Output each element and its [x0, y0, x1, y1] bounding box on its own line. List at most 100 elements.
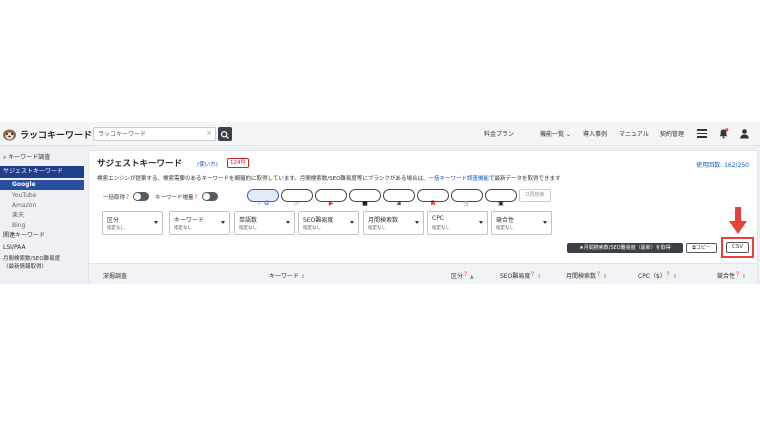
column-label: SEO難易度	[500, 273, 531, 280]
help-icon[interactable]: ❓	[463, 271, 468, 276]
youtube-icon: ▶	[328, 200, 334, 207]
nav-pricing[interactable]: 料金プラン	[484, 129, 514, 138]
bulk-keyword-link[interactable]: 一括キーワード調査機能	[428, 176, 489, 182]
sort-icon[interactable]: ⇕	[742, 274, 746, 280]
toggle-switch[interactable]	[133, 192, 149, 201]
column-label: 区分	[451, 273, 464, 280]
google-icon: ✓ G	[256, 200, 270, 207]
filter-value: 指定なし	[303, 226, 321, 231]
sidebar: ⌕ キーワード調査 サジェストキーワード Google YouTube Amaz…	[0, 150, 84, 284]
chevron-down-icon	[154, 221, 158, 224]
search-icon	[220, 130, 229, 139]
filter-word-count[interactable]: 単語数 指定なし	[234, 211, 295, 235]
engine-googleplay-button[interactable]: ▷	[281, 189, 313, 207]
search-icon: ⌕	[3, 154, 7, 161]
column-header-cpc[interactable]: CPC（$）❓ ⇕	[638, 271, 677, 280]
filter-competition[interactable]: 競合性 指定なし	[491, 211, 552, 235]
filter-label: 競合性	[496, 217, 515, 224]
nav-contract[interactable]: 契約管理	[660, 129, 684, 138]
engine-shopping-button[interactable]: 🛒	[451, 189, 483, 207]
result-count: 124	[230, 160, 241, 166]
sidebar-item-rakuten[interactable]: 楽天	[0, 211, 84, 220]
csv-button[interactable]: CSV	[726, 242, 749, 253]
help-icon[interactable]: ❓	[530, 271, 535, 276]
search-input-value: ラッコキーワード	[98, 131, 147, 138]
help-icon[interactable]: ❓	[194, 194, 199, 199]
bell-icon[interactable]	[718, 128, 729, 139]
column-header-deep-dive[interactable]: 深掘調査	[103, 271, 127, 280]
image-icon: ▣	[498, 200, 504, 207]
sidebar-item-label: キーワード調査	[8, 154, 51, 161]
bulk-fetch-toggle[interactable]: 一括取得 ❓	[103, 192, 149, 201]
sort-icon[interactable]: ⇕	[537, 274, 541, 280]
logo-text: ラッコキーワード	[20, 130, 93, 141]
engine-amazon-button[interactable]: a	[383, 189, 415, 207]
filter-label: キーワード	[174, 217, 205, 224]
engine-video-button[interactable]: ■	[349, 189, 381, 207]
sidebar-item-google[interactable]: Google	[0, 180, 84, 190]
column-header-monthly-volume[interactable]: 月間検索数❓ ⇕	[566, 271, 607, 280]
cart-icon: 🛒	[463, 200, 471, 207]
keyword-boost-toggle[interactable]: キーワード増量 ❓	[155, 192, 218, 201]
sidebar-item-youtube[interactable]: YouTube	[0, 191, 84, 200]
filter-cpc[interactable]: CPC 指定なし	[427, 211, 488, 235]
search-button[interactable]	[218, 127, 232, 141]
sort-icon[interactable]: ⇕	[603, 274, 607, 280]
sort-icon[interactable]: ⇕	[301, 274, 305, 280]
otter-logo-icon	[3, 129, 16, 141]
usage-count: 使用回数: 162/250	[696, 162, 749, 169]
column-header-competition[interactable]: 競合性❓ ⇕	[717, 271, 746, 280]
help-icon[interactable]: ❓	[125, 194, 130, 199]
sidebar-item-related[interactable]: 関連キーワード	[0, 231, 84, 240]
filter-value: 指定なし	[432, 226, 450, 231]
nav-cases[interactable]: 導入事例	[583, 129, 607, 138]
engine-youtube-button[interactable]: ▶	[315, 189, 347, 207]
toggle-switch[interactable]	[201, 192, 218, 201]
user-icon[interactable]	[739, 128, 750, 139]
filter-monthly-volume[interactable]: 月間検索数 指定なし	[363, 211, 424, 235]
research-button[interactable]: Q再検索	[519, 189, 551, 202]
copy-button[interactable]: ⧉コピー	[686, 243, 717, 253]
sidebar-item-suggest[interactable]: サジェストキーワード	[0, 166, 84, 178]
hamburger-menu-icon[interactable]	[697, 129, 707, 138]
sort-asc-icon[interactable]: ▲	[470, 274, 474, 280]
nav-features[interactable]: 機能一覧 ⌄	[540, 129, 571, 138]
sidebar-item-amazon[interactable]: Amazon	[0, 201, 84, 210]
filter-value: 指定なし	[496, 226, 514, 231]
chevron-down-icon	[479, 221, 483, 224]
search-clear-icon[interactable]: ×	[206, 129, 212, 138]
column-label: 競合性	[717, 273, 736, 280]
howto-link[interactable]: (使い方)	[197, 160, 218, 168]
sidebar-section-keyword-research[interactable]: ⌕ キーワード調査	[0, 153, 84, 162]
fetch-latest-button[interactable]: ★月間検索数/SEO難易度（最新）を取得	[567, 243, 683, 253]
column-header-category[interactable]: 区分❓ ▲	[451, 271, 474, 280]
filter-label: CPC	[432, 215, 444, 222]
sort-icon[interactable]: ⇕	[673, 274, 677, 280]
filter-label: 区分	[107, 217, 120, 224]
logo[interactable]: ラッコキーワード	[2, 126, 92, 142]
chevron-down-icon	[221, 221, 225, 224]
sidebar-item-lsi-paa[interactable]: LSI/PAA	[0, 243, 84, 252]
filter-keyword[interactable]: キーワード 指定なし	[169, 211, 230, 235]
nav-manual[interactable]: マニュアル	[619, 129, 649, 138]
column-header-keyword[interactable]: キーワード ⇕	[269, 271, 305, 280]
engine-google-button[interactable]: ✓ G	[247, 189, 279, 207]
filter-seo-difficulty[interactable]: SEO難易度 指定なし	[298, 211, 359, 235]
search-input[interactable]: ラッコキーワード ×	[93, 127, 216, 141]
engine-rakuten-button[interactable]: R	[417, 189, 449, 207]
sidebar-item-bing[interactable]: Bing	[0, 221, 84, 230]
top-header: ラッコキーワード ラッコキーワード × 料金プラン 機能一覧 ⌄ 導入事例 マニ…	[0, 122, 760, 146]
arrow-down-icon	[729, 207, 747, 234]
play-store-icon: ▷	[294, 200, 300, 207]
filter-label: 月間検索数	[368, 217, 399, 224]
help-icon[interactable]: ❓	[596, 271, 601, 276]
sidebar-item-latest[interactable]: （最新情報取得）	[0, 263, 84, 272]
filter-category[interactable]: 区分 指定なし	[102, 211, 163, 235]
engine-image-button[interactable]: ▣	[485, 189, 517, 207]
help-icon[interactable]: ❓	[666, 271, 671, 276]
toggle-label: キーワード増量	[155, 194, 194, 201]
help-icon[interactable]: ❓	[735, 271, 740, 276]
column-label: キーワード	[269, 273, 300, 280]
video-icon: ■	[362, 200, 368, 207]
column-header-seo-difficulty[interactable]: SEO難易度❓ ⇕	[500, 271, 541, 280]
